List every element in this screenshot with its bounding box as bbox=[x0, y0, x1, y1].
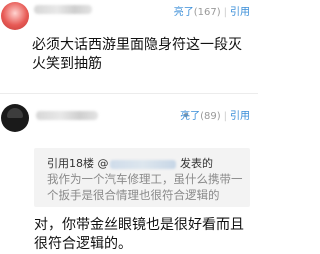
quote-header: 引用18楼 @ 发表的 bbox=[47, 155, 213, 171]
quoted-comment: 引用18楼 @ 发表的 我作为一个汽车修理工，虽什么携带一个扳手是很合情理也很符… bbox=[34, 148, 250, 207]
post-divider bbox=[0, 93, 258, 94]
quote-prefix: 引用18楼 @ bbox=[47, 157, 109, 170]
avatar[interactable] bbox=[1, 104, 29, 132]
quoted-username-redacted[interactable] bbox=[109, 159, 176, 169]
avatar-figure bbox=[7, 108, 23, 118]
like-count: (89) bbox=[200, 111, 221, 122]
username-redacted[interactable] bbox=[36, 111, 98, 120]
username-redacted[interactable] bbox=[34, 5, 92, 14]
avatar[interactable] bbox=[1, 2, 29, 30]
quote-suffix: 发表的 bbox=[176, 157, 213, 170]
action-separator: | bbox=[223, 111, 227, 122]
post-actions: 亮了(167) | 引用 bbox=[174, 3, 250, 18]
like-button[interactable]: 亮了(89) bbox=[180, 111, 221, 122]
quote-reply-button[interactable]: 引用 bbox=[230, 7, 250, 18]
like-label[interactable]: 亮了 bbox=[180, 111, 200, 122]
comment-text: 必须大话西游里面隐身符这一段灭火笑到抽筋 bbox=[32, 37, 242, 72]
like-label[interactable]: 亮了 bbox=[174, 7, 194, 18]
like-button[interactable]: 亮了(167) bbox=[174, 7, 221, 18]
comment-post: 亮了(167) | 引用 必须大话西游里面隐身符这一段灭火笑到抽筋 bbox=[0, 0, 258, 93]
quote-text: 我作为一个汽车修理工，虽什么携带一个扳手是很合情理也很符合逻辑的 bbox=[47, 172, 243, 202]
post-actions: 亮了(89) | 引用 bbox=[180, 107, 250, 122]
comment-post: 亮了(89) | 引用 引用18楼 @ 发表的 我作为一个汽车修理工，虽什么携带一个… bbox=[0, 96, 258, 252]
like-count: (167) bbox=[193, 7, 221, 18]
action-separator: | bbox=[223, 7, 227, 18]
quote-reply-button[interactable]: 引用 bbox=[230, 111, 250, 122]
comment-text: 对，你带金丝眼镜也是很好看而且很符合逻辑的。 bbox=[34, 217, 244, 252]
